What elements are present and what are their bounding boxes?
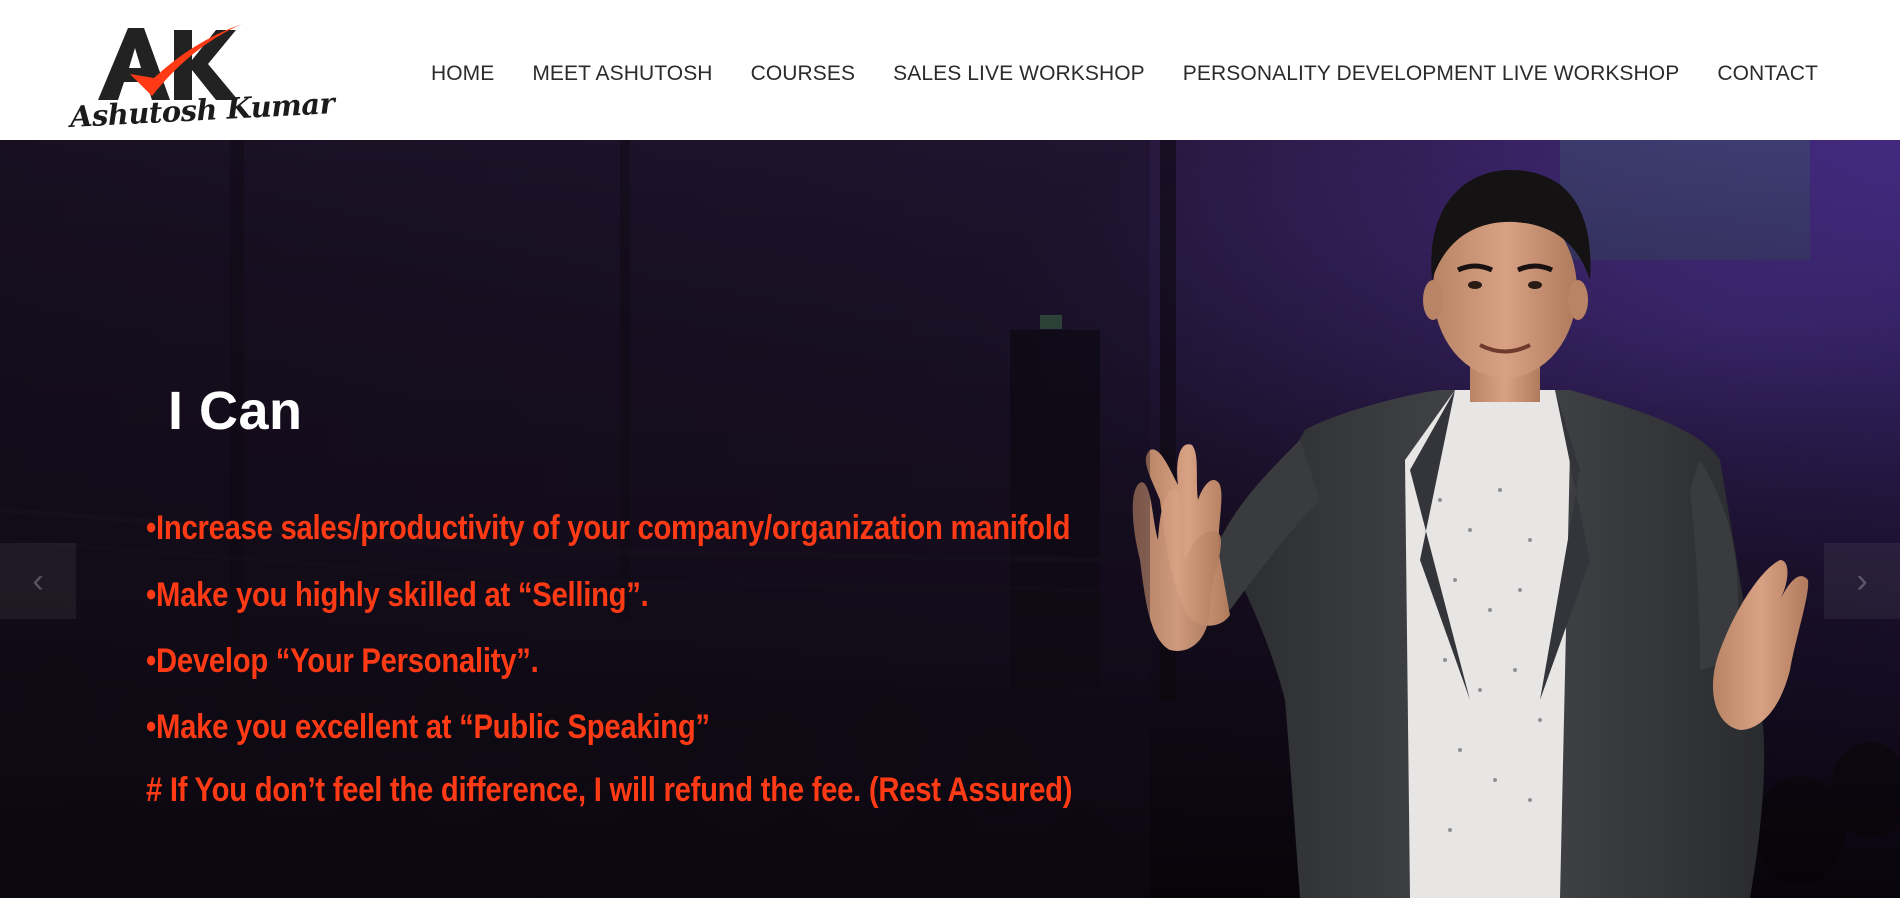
site-header: Ashutosh Kumar HOME MEET ASHUTOSH COURSE…: [0, 0, 1900, 140]
nav-item-home[interactable]: HOME: [431, 62, 494, 86]
nav-item-courses[interactable]: COURSES: [751, 62, 856, 86]
hero-content: I Can •Increase sales/productivity of yo…: [0, 140, 1900, 898]
hero-bullet-3: •Develop “Your Personality”.: [146, 642, 539, 680]
nav-item-contact[interactable]: CONTACT: [1717, 62, 1818, 86]
nav-item-sales-live-workshop[interactable]: SALES LIVE WORKSHOP: [893, 62, 1145, 86]
hero-bullet-1: •Increase sales/productivity of your com…: [146, 509, 1071, 547]
hero-title: I Can: [168, 381, 303, 441]
logo-mark: [98, 24, 242, 100]
site-logo[interactable]: Ashutosh Kumar: [69, 22, 335, 140]
hero-bullet-4: •Make you excellent at “Public Speaking”: [146, 708, 710, 746]
hero-bullet-2: •Make you highly skilled at “Selling”.: [146, 576, 649, 614]
nav-item-personality-development-live-workshop[interactable]: PERSONALITY DEVELOPMENT LIVE WORKSHOP: [1183, 62, 1680, 86]
nav-item-meet-ashutosh[interactable]: MEET ASHUTOSH: [532, 62, 712, 86]
hero-guarantee: # If You don’t feel the difference, I wi…: [146, 771, 1073, 809]
main-nav: HOME MEET ASHUTOSH COURSES SALES LIVE WO…: [431, 62, 1818, 86]
hero-slider: ‹ › I Can •Increase sales/productivity o…: [0, 140, 1900, 898]
